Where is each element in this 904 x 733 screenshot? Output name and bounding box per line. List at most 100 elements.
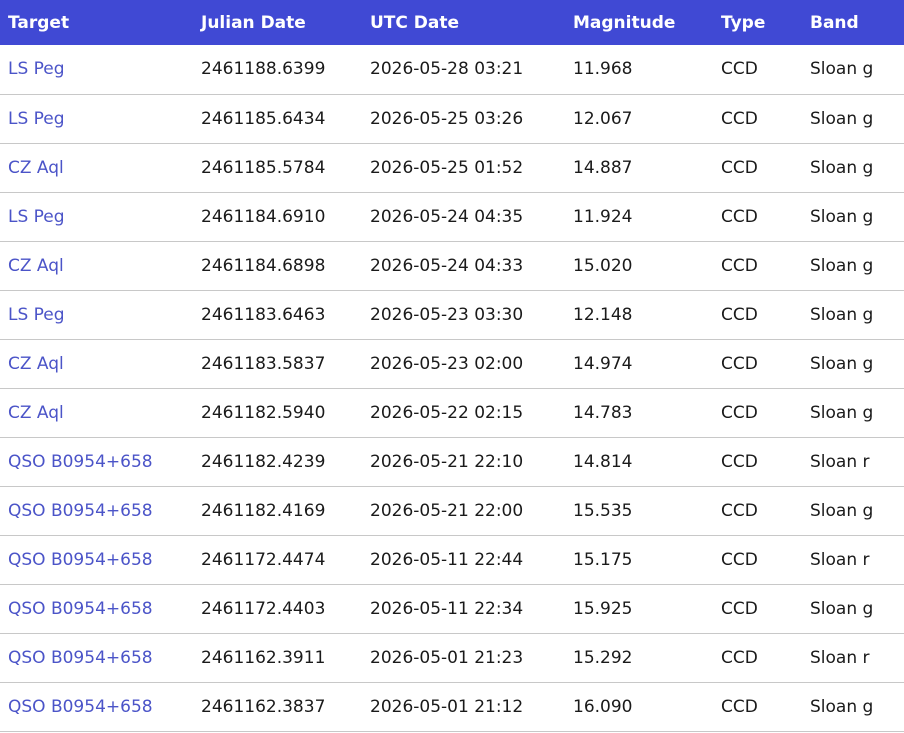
- cell-target: CZ Aql: [0, 241, 193, 290]
- target-link[interactable]: QSO B0954+658: [8, 550, 153, 570]
- cell-target: LS Peg: [0, 94, 193, 143]
- cell-target: QSO B0954+658: [0, 682, 193, 731]
- cell-band: Sloan g: [810, 500, 874, 521]
- table-row: QSO B0954+658 2461182.4169 2026-05-21 22:0…: [0, 486, 904, 535]
- cell-julian-date: 2461172.4474: [201, 549, 326, 570]
- cell-magnitude: 14.783: [573, 402, 633, 423]
- cell-type: CCD: [721, 157, 758, 178]
- column-header-type: Type: [721, 12, 766, 33]
- cell-magnitude: 12.067: [573, 108, 633, 129]
- target-link[interactable]: LS Peg: [8, 207, 65, 227]
- cell-utc-date: 2026-05-01 21:23: [370, 647, 524, 668]
- cell-band: Sloan r: [810, 451, 870, 472]
- cell-target: QSO B0954+658: [0, 486, 193, 535]
- cell-band: Sloan r: [810, 549, 870, 570]
- cell-target: QSO B0954+658: [0, 535, 193, 584]
- cell-type: CCD: [721, 402, 758, 423]
- cell-julian-date: 2461182.4239: [201, 451, 326, 472]
- target-link[interactable]: CZ Aql: [8, 256, 64, 276]
- cell-type: CCD: [721, 108, 758, 129]
- cell-magnitude: 14.814: [573, 451, 633, 472]
- column-header-target: Target: [8, 12, 70, 33]
- cell-utc-date: 2026-05-28 03:21: [370, 59, 524, 80]
- cell-utc-date: 2026-05-11 22:44: [370, 549, 524, 570]
- cell-type: CCD: [721, 647, 758, 668]
- column-header-magnitude: Magnitude: [573, 12, 676, 33]
- target-link[interactable]: QSO B0954+658: [8, 501, 153, 521]
- cell-target: QSO B0954+658: [0, 633, 193, 682]
- cell-julian-date: 2461185.6434: [201, 108, 326, 129]
- cell-utc-date: 2026-05-22 02:15: [370, 402, 524, 423]
- cell-type: CCD: [721, 696, 758, 717]
- target-link[interactable]: LS Peg: [8, 305, 65, 325]
- cell-utc-date: 2026-05-01 21:12: [370, 696, 524, 717]
- table-row: CZ Aql 2461183.5837 2026-05-23 02:00 14.974…: [0, 339, 904, 388]
- header-row: Target Julian Date UTC Date Magnitude Ty…: [0, 0, 904, 45]
- table-row: QSO B0954+658 2461162.3911 2026-05-01 21:2…: [0, 633, 904, 682]
- cell-magnitude: 15.925: [573, 598, 633, 619]
- cell-julian-date: 2461172.4403: [201, 598, 326, 619]
- cell-type: CCD: [721, 206, 758, 227]
- cell-magnitude: 15.020: [573, 255, 633, 276]
- column-header-band: Band: [810, 12, 859, 33]
- table-row: CZ Aql 2461184.6898 2026-05-24 04:33 15.020…: [0, 241, 904, 290]
- target-link[interactable]: QSO B0954+658: [8, 697, 153, 717]
- target-link[interactable]: CZ Aql: [8, 354, 64, 374]
- table-header: Target Julian Date UTC Date Magnitude Ty…: [0, 0, 904, 45]
- cell-target: LS Peg: [0, 290, 193, 339]
- cell-utc-date: 2026-05-25 03:26: [370, 108, 524, 129]
- cell-type: CCD: [721, 500, 758, 521]
- cell-utc-date: 2026-05-24 04:33: [370, 255, 524, 276]
- cell-julian-date: 2461162.3911: [201, 647, 326, 668]
- target-link[interactable]: LS Peg: [8, 109, 65, 129]
- cell-magnitude: 14.887: [573, 157, 633, 178]
- target-link[interactable]: QSO B0954+658: [8, 452, 153, 472]
- table-row: LS Peg 2461184.6910 2026-05-24 04:35 11.924…: [0, 192, 904, 241]
- cell-type: CCD: [721, 353, 758, 374]
- table-body: LS Peg 2461188.6399 2026-05-28 03:21 11.968…: [0, 45, 904, 731]
- cell-magnitude: 14.974: [573, 353, 633, 374]
- cell-utc-date: 2026-05-23 02:00: [370, 353, 524, 374]
- cell-magnitude: 15.175: [573, 549, 633, 570]
- cell-type: CCD: [721, 598, 758, 619]
- cell-target: CZ Aql: [0, 339, 193, 388]
- column-header-utc-date: UTC Date: [370, 12, 460, 33]
- cell-type: CCD: [721, 59, 758, 80]
- cell-magnitude: 15.535: [573, 500, 633, 521]
- target-link[interactable]: LS Peg: [8, 59, 65, 79]
- cell-band: Sloan g: [810, 402, 874, 423]
- table-row: QSO B0954+658 2461182.4239 2026-05-21 22:1…: [0, 437, 904, 486]
- cell-target: LS Peg: [0, 192, 193, 241]
- cell-magnitude: 12.148: [573, 304, 633, 325]
- cell-utc-date: 2026-05-21 22:00: [370, 500, 524, 521]
- cell-julian-date: 2461182.5940: [201, 402, 326, 423]
- cell-band: Sloan g: [810, 598, 874, 619]
- cell-type: CCD: [721, 304, 758, 325]
- cell-julian-date: 2461184.6898: [201, 255, 326, 276]
- target-link[interactable]: CZ Aql: [8, 403, 64, 423]
- table-row: LS Peg 2461183.6463 2026-05-23 03:30 12.148…: [0, 290, 904, 339]
- cell-utc-date: 2026-05-24 04:35: [370, 206, 524, 227]
- cell-band: Sloan g: [810, 157, 874, 178]
- cell-target: QSO B0954+658: [0, 437, 193, 486]
- table-row: QSO B0954+658 2461172.4403 2026-05-11 22:3…: [0, 584, 904, 633]
- cell-utc-date: 2026-05-25 01:52: [370, 157, 524, 178]
- cell-magnitude: 11.968: [573, 59, 633, 80]
- cell-utc-date: 2026-05-11 22:34: [370, 598, 524, 619]
- target-link[interactable]: QSO B0954+658: [8, 599, 153, 619]
- cell-magnitude: 15.292: [573, 647, 633, 668]
- cell-type: CCD: [721, 255, 758, 276]
- target-link[interactable]: CZ Aql: [8, 158, 64, 178]
- cell-julian-date: 2461188.6399: [201, 59, 326, 80]
- cell-julian-date: 2461184.6910: [201, 206, 326, 227]
- cell-magnitude: 16.090: [573, 696, 633, 717]
- target-link[interactable]: QSO B0954+658: [8, 648, 153, 668]
- cell-julian-date: 2461183.5837: [201, 353, 326, 374]
- cell-target: CZ Aql: [0, 143, 193, 192]
- cell-julian-date: 2461183.6463: [201, 304, 326, 325]
- cell-target: QSO B0954+658: [0, 584, 193, 633]
- table-row: LS Peg 2461185.6434 2026-05-25 03:26 12.067…: [0, 94, 904, 143]
- cell-julian-date: 2461185.5784: [201, 157, 326, 178]
- cell-band: Sloan g: [810, 59, 874, 80]
- cell-julian-date: 2461182.4169: [201, 500, 326, 521]
